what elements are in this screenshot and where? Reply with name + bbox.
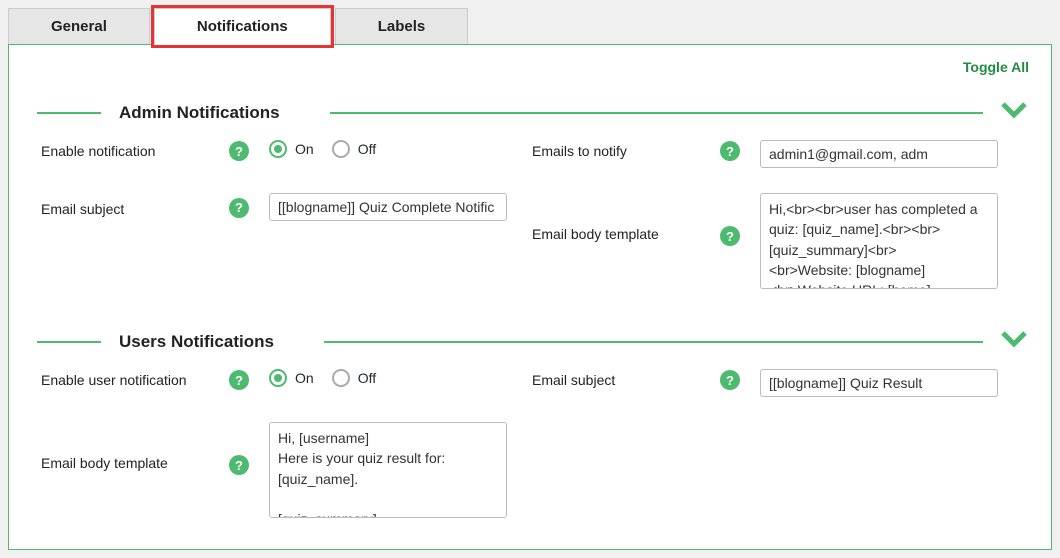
label-admin-enable: Enable notification: [41, 137, 229, 159]
collapse-icon[interactable]: [999, 324, 1029, 357]
divider-line: [37, 341, 101, 343]
radio-off-label: Off: [358, 370, 376, 386]
section-users-header: Users Notifications: [37, 332, 1023, 352]
radio-off[interactable]: [332, 140, 350, 158]
collapse-icon[interactable]: [999, 95, 1029, 128]
users-subject-input[interactable]: [760, 369, 998, 397]
divider-line: [37, 112, 101, 114]
toggle-all-link[interactable]: Toggle All: [963, 59, 1029, 75]
radio-on[interactable]: [269, 369, 287, 387]
admin-enable-radio-group: On Off: [269, 140, 532, 158]
divider-line: [324, 341, 983, 343]
label-users-body: Email body template: [41, 419, 229, 471]
admin-emails-input[interactable]: [760, 140, 998, 168]
help-icon[interactable]: ?: [229, 370, 249, 390]
radio-off-label: Off: [358, 141, 376, 157]
label-admin-body: Email body template: [532, 190, 720, 242]
users-enable-radio-group: On Off: [269, 369, 532, 387]
label-users-enable: Enable user notification: [41, 366, 229, 388]
help-icon[interactable]: ?: [720, 370, 740, 390]
help-icon[interactable]: ?: [229, 141, 249, 161]
section-title: Admin Notifications: [119, 103, 280, 123]
help-icon[interactable]: ?: [229, 455, 249, 475]
section-admin-header: Admin Notifications: [37, 103, 1023, 123]
admin-body-textarea[interactable]: [760, 193, 998, 289]
tab-general[interactable]: General: [8, 8, 150, 45]
label-admin-emails: Emails to notify: [532, 137, 720, 159]
radio-on-label: On: [295, 370, 314, 386]
radio-on[interactable]: [269, 140, 287, 158]
notifications-panel: Toggle All Admin Notifications Enable no…: [8, 44, 1052, 550]
admin-subject-input[interactable]: [269, 193, 507, 221]
help-icon[interactable]: ?: [720, 226, 740, 246]
section-title: Users Notifications: [119, 332, 274, 352]
help-icon[interactable]: ?: [720, 141, 740, 161]
label-users-subject: Email subject: [532, 366, 720, 388]
radio-off[interactable]: [332, 369, 350, 387]
label-admin-subject: Email subject: [41, 195, 229, 217]
help-icon[interactable]: ?: [229, 198, 249, 218]
tab-notifications[interactable]: Notifications: [154, 8, 331, 45]
radio-on-label: On: [295, 141, 314, 157]
tab-labels[interactable]: Labels: [335, 8, 469, 45]
divider-line: [330, 112, 983, 114]
tabs-bar: General Notifications Labels: [8, 8, 1052, 45]
users-body-textarea[interactable]: [269, 422, 507, 518]
